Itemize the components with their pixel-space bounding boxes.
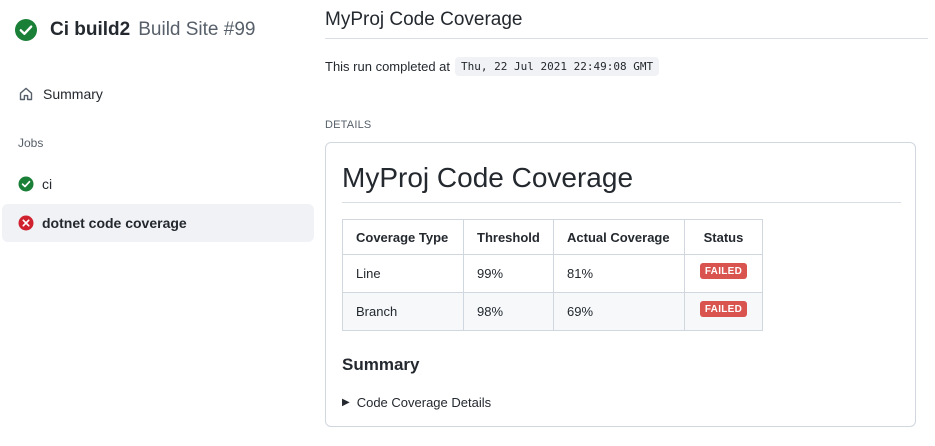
table-row: Branch 98% 69% FAILED [342, 292, 763, 331]
sidebar-item-summary[interactable]: Summary [18, 86, 103, 102]
details-label: DETAILS [325, 119, 372, 131]
summary-heading: Summary [342, 355, 420, 374]
table-cell: 99% [463, 254, 554, 293]
column-header: Actual Coverage [553, 219, 685, 255]
jobs-heading: Jobs [18, 136, 44, 150]
table-cell: 81% [553, 254, 685, 293]
sidebar-item-label: Summary [43, 86, 103, 102]
table-cell: FAILED [684, 254, 763, 293]
home-icon [19, 87, 33, 101]
table-cell: Line [342, 254, 464, 293]
column-header: Coverage Type [342, 219, 464, 255]
triangle-right-icon: ▶ [342, 397, 350, 408]
column-header: Threshold [463, 219, 554, 255]
divider [342, 202, 901, 203]
table-cell: 98% [463, 292, 554, 331]
table-header-row: Coverage Type Threshold Actual Coverage … [342, 219, 763, 255]
completed-timestamp: Thu, 22 Jul 2021 22:49:08 GMT [455, 57, 660, 76]
run-completed-text: This run completed at Thu, 22 Jul 2021 2… [325, 57, 660, 76]
check-circle-icon [15, 19, 37, 41]
run-subtitle: Build Site #99 [138, 19, 256, 40]
sidebar-item-job-ci[interactable]: ci [2, 165, 314, 203]
run-name: Ci build2 [50, 19, 131, 40]
page-title: MyProj Code Coverage [325, 9, 523, 30]
coverage-table: Coverage Type Threshold Actual Coverage … [342, 219, 763, 331]
x-circle-icon [18, 215, 34, 231]
code-coverage-details-toggle[interactable]: ▶ Code Coverage Details [342, 395, 491, 410]
run-header: Ci build2 Build Site #99 [14, 18, 255, 42]
completed-prefix: This run completed at [325, 59, 451, 74]
details-panel: MyProj Code Coverage Coverage Type Thres… [325, 142, 916, 427]
check-circle-icon [18, 176, 34, 192]
main-content: MyProj Code Coverage This run completed … [325, 0, 928, 446]
report-heading: MyProj Code Coverage [342, 162, 634, 193]
divider [325, 38, 928, 39]
details-toggle-label: Code Coverage Details [356, 395, 492, 410]
status-badge: FAILED [699, 301, 748, 317]
table-row: Line 99% 81% FAILED [342, 254, 763, 293]
table-cell: 69% [553, 292, 685, 331]
job-label: dotnet code coverage [42, 215, 187, 231]
table-cell: Branch [342, 292, 464, 331]
status-badge: FAILED [699, 263, 748, 279]
sidebar-item-job-dotnet-code-coverage[interactable]: dotnet code coverage [2, 204, 314, 242]
job-label: ci [42, 176, 53, 192]
sidebar: Ci build2 Build Site #99 Summary Jobs ci… [0, 0, 320, 446]
table-cell: FAILED [684, 292, 763, 331]
column-header: Status [684, 219, 763, 255]
